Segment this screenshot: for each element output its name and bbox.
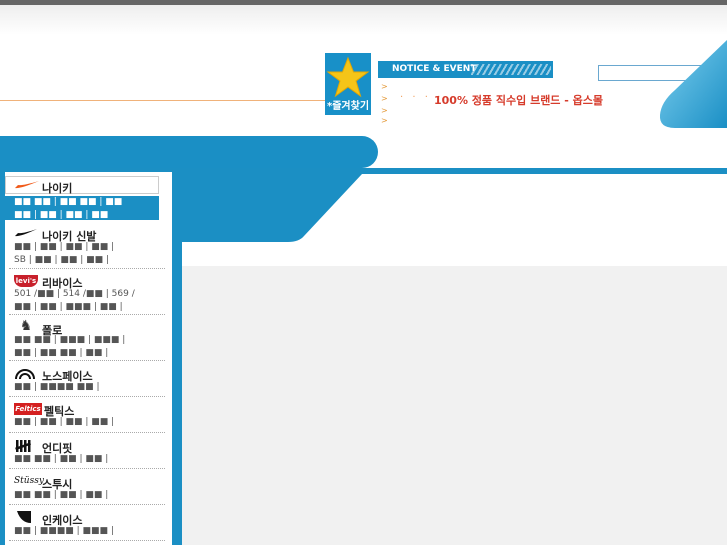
brand-item-incase[interactable]: 인케이스 ■■ | ■■■■ | ■■■ | — [5, 508, 167, 540]
divider — [9, 396, 165, 397]
star-icon — [326, 56, 370, 98]
divider — [9, 540, 165, 541]
stripe-decoration — [471, 64, 551, 75]
incase-icon — [17, 511, 31, 523]
brand-sub-links[interactable]: ■■ | ■■ | ■■ | ■■ | SB | ■■ | ■■ | ■■ | — [14, 241, 114, 267]
main-header — [182, 174, 727, 266]
notice-bullet: > — [381, 116, 388, 125]
brand-item-northface[interactable]: 노스페이스 ■■ | ■■■■ ■■ | — [5, 364, 167, 396]
brand-sub-links[interactable]: ■■ ■■ | ■■■ | ■■■ | ■■ | ■■ ■■ | ■■ | — [14, 334, 125, 360]
notice-event-banner[interactable]: NOTICE & EVENT — [378, 61, 553, 78]
nike-swoosh-icon — [15, 181, 39, 189]
polo-horse-icon: ♞ — [19, 318, 33, 334]
feltics-logo-icon: Feltics — [14, 403, 42, 415]
brand-sub-links[interactable]: ■■ ■■ | ■■ ■■ | ■■ ■■ | ■■ | ■■ | ■■ — [14, 196, 122, 222]
notice-bullet: > — [381, 82, 388, 91]
divider — [9, 268, 165, 269]
bookmark-button[interactable]: *즐겨찾기 — [325, 53, 371, 115]
divider — [9, 468, 165, 469]
divider — [9, 360, 165, 361]
brand-sub-links[interactable]: 501 /■■ | 514 /■■ | 569 / ■■ | ■■ | ■■■ … — [14, 288, 135, 314]
promo-text[interactable]: 100% 정품 직수입 브랜드 - 옵스몰 — [434, 92, 603, 108]
brand-item-polo[interactable]: ♞ 폴로 ■■ ■■ | ■■■ | ■■■ | ■■ | ■■ ■■ | ■■… — [5, 318, 167, 360]
brand-list: 나이키 ■■ ■■ | ■■ ■■ | ■■ ■■ | ■■ | ■■ | ■■… — [5, 172, 172, 545]
divider-line — [0, 100, 330, 101]
category-bar — [0, 136, 378, 168]
divider — [9, 504, 165, 505]
brand-sub-links[interactable]: ■■ ■■ | ■■ | ■■ | — [14, 489, 108, 502]
brand-item-undefeated[interactable]: 언디핏 ■■ ■■ | ■■ | ■■ | — [5, 436, 167, 468]
stussy-logo-icon: Stüssy — [14, 476, 44, 486]
notice-bullet: > — [381, 106, 388, 115]
northface-icon — [15, 369, 35, 380]
notice-label: NOTICE & EVENT — [392, 64, 477, 74]
nike-icon — [15, 229, 37, 237]
brand-sub-links[interactable]: ■■ ■■ | ■■ | ■■ | — [14, 453, 108, 466]
decorative-shape — [659, 40, 727, 128]
brand-item-nike[interactable]: 나이키 ■■ ■■ | ■■ ■■ | ■■ ■■ | ■■ | ■■ | ■■ — [5, 176, 167, 220]
divider — [9, 432, 165, 433]
sidebar: 나이키 ■■ ■■ | ■■ ■■ | ■■ ■■ | ■■ | ■■ | ■■… — [0, 168, 177, 545]
brand-sub-links[interactable]: ■■ | ■■ | ■■ | ■■ | — [14, 416, 114, 429]
brand-title: 나이키 — [42, 182, 73, 195]
brand-sub-links[interactable]: ■■ | ■■■■ ■■ | — [14, 381, 100, 394]
top-gradient — [0, 5, 727, 35]
brand-item-nike-shoes[interactable]: 나이키 신발 ■■ | ■■ | ■■ | ■■ | SB | ■■ | ■■ … — [5, 224, 167, 268]
brand-item-feltics[interactable]: Feltics 펠틱스 ■■ | ■■ | ■■ | ■■ | — [5, 400, 167, 432]
main-header-tab — [182, 174, 362, 242]
brand-item-stussy[interactable]: Stüssy 스투시 ■■ ■■ | ■■ | ■■ | — [5, 472, 167, 504]
notice-bullet: > — [381, 94, 388, 103]
undefeated-icon — [15, 440, 31, 452]
levis-logo-icon: levi's — [14, 275, 38, 287]
brand-sub-links[interactable]: ■■ | ■■■■ | ■■■ | — [14, 525, 114, 538]
divider — [9, 314, 165, 315]
bookmark-label: *즐겨찾기 — [326, 101, 370, 112]
brand-item-levis[interactable]: levi's 리바이스 501 /■■ | 514 /■■ | 569 / ■■… — [5, 272, 167, 314]
